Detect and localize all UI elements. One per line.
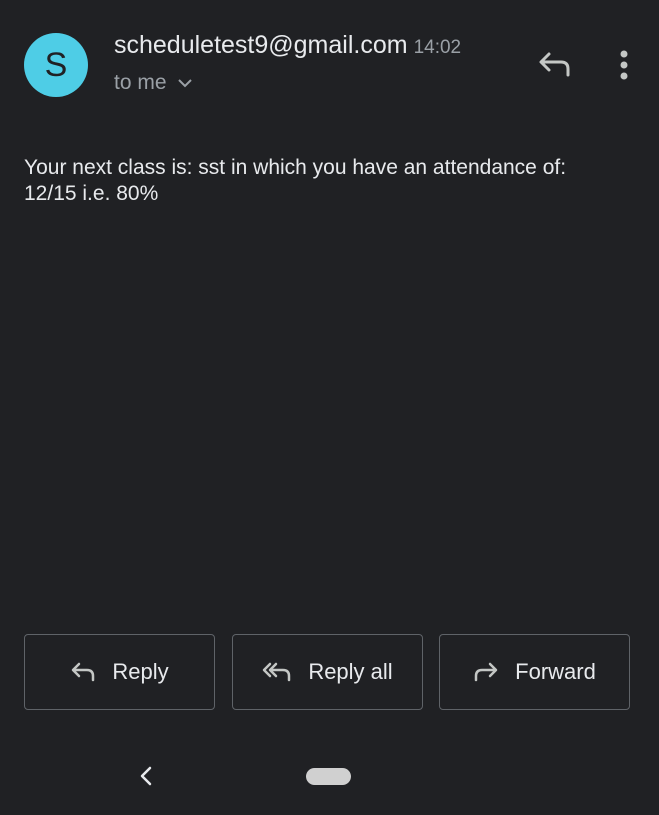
sender-avatar[interactable]: S [24,33,88,97]
reply-icon [72,662,95,682]
recipient-label: to me [114,71,167,94]
home-pill[interactable] [306,768,351,785]
email-time: 14:02 [413,37,462,58]
reply-button-label: Reply [112,659,169,684]
forward-button[interactable]: Forward [439,634,630,710]
sender-line: scheduletest9@gmail.com 14:02 [114,31,461,60]
reply-all-button[interactable]: Reply all [232,634,423,710]
email-body-line-1: Your next class is: sst in which you hav… [24,156,567,179]
recipient-details-toggle[interactable]: to me [114,71,193,95]
back-chevron-icon[interactable] [136,764,156,788]
reply-button[interactable]: Reply [24,634,215,710]
reply-icon[interactable] [537,48,573,80]
system-nav-bar [0,737,659,815]
forward-icon [474,662,498,682]
forward-button-label: Forward [515,659,596,684]
more-vert-icon[interactable] [612,49,636,81]
reply-all-icon [263,662,291,682]
chevron-down-icon [177,79,192,88]
email-view: S scheduletest9@gmail.com 14:02 to me You… [0,0,659,815]
sender-email[interactable]: scheduletest9@gmail.com [114,31,408,59]
email-body-line-2: 12/15 i.e. 80% [24,182,159,205]
action-buttons: Reply Reply all Forward [24,634,632,712]
reply-all-button-label: Reply all [308,659,393,684]
email-body: Your next class is: sst in which you hav… [24,155,624,207]
avatar-letter: S [44,46,68,84]
